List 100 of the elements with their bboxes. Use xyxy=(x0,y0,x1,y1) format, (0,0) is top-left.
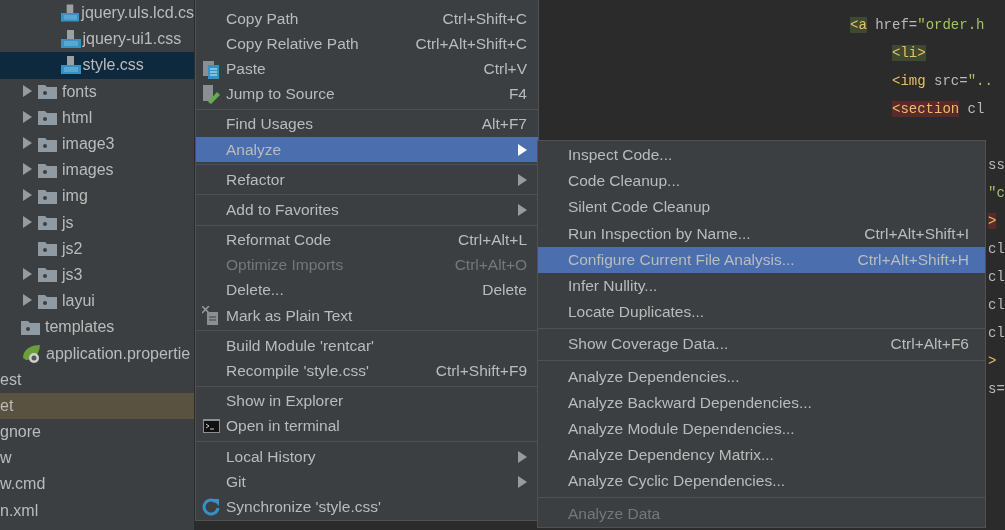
tree-item-label: fonts xyxy=(62,82,97,101)
tree-item[interactable]: w xyxy=(0,445,194,472)
menu-item[interactable]: Delete... Delete xyxy=(196,277,538,304)
tree-item[interactable]: image3 xyxy=(0,130,194,158)
pencil-icon xyxy=(202,84,220,105)
submenu-arrow-icon[interactable] xyxy=(518,173,527,186)
folder-icon xyxy=(38,162,57,178)
folder-icon xyxy=(38,241,57,257)
menu-item[interactable]: Show in Explorer xyxy=(196,388,538,414)
tree-item-label: application.propertie xyxy=(46,344,191,363)
folder-icon xyxy=(38,215,57,231)
tree-item[interactable]: html xyxy=(0,104,194,131)
menu-item[interactable]: Paste Ctrl+V xyxy=(196,56,538,82)
code-line: <a href="order.h xyxy=(850,17,985,33)
tree-item-label: img xyxy=(62,187,88,206)
tree-item[interactable]: js2 xyxy=(0,235,194,262)
tree-item[interactable]: images xyxy=(0,157,194,184)
tree-item[interactable]: w.cmd xyxy=(0,471,194,498)
menu-item[interactable]: Jump to Source F4 xyxy=(196,81,538,107)
menu-item[interactable]: Copy Relative Path Ctrl+Alt+Shift+C xyxy=(196,31,538,57)
menu-item[interactable]: Locate Duplicates... xyxy=(538,299,985,326)
menu-item[interactable]: Copy Path Ctrl+Shift+C xyxy=(196,6,538,32)
submenu-arrow-icon[interactable] xyxy=(518,450,527,463)
collapsed-arrow-icon[interactable] xyxy=(23,163,32,176)
tree-item-label: html xyxy=(62,108,93,127)
menu-item[interactable]: Find Usages Alt+F7 xyxy=(196,111,538,137)
collapsed-arrow-icon[interactable] xyxy=(23,110,32,123)
submenu-arrow-icon[interactable] xyxy=(518,143,527,156)
tree-item-label: gnore xyxy=(0,423,41,442)
code-line: > xyxy=(988,353,997,369)
tree-item[interactable]: img xyxy=(0,183,194,210)
text-file-icon xyxy=(202,305,220,326)
tree-item[interactable]: jquery.uls.lcd.cs xyxy=(0,0,194,27)
folder-icon xyxy=(38,84,57,100)
css-file-icon xyxy=(60,29,81,50)
code-line: ss xyxy=(988,157,1005,173)
menu-item[interactable]: Reformat Code Ctrl+Alt+L xyxy=(196,227,538,253)
menu-item[interactable]: Build Module 'rentcar' xyxy=(196,333,538,359)
menu-item[interactable]: Refactor xyxy=(196,167,538,193)
submenu-arrow-icon[interactable] xyxy=(518,475,527,488)
menu-item[interactable]: Recompile 'style.css' Ctrl+Shift+F9 xyxy=(196,358,538,384)
tree-item-label: layui xyxy=(62,292,95,311)
tree-item-label: images xyxy=(62,161,114,180)
menu-item[interactable]: Synchronize 'style.css' xyxy=(196,494,538,520)
menu-item[interactable]: Analyze Module Dependencies... xyxy=(538,415,985,443)
tree-item[interactable]: fonts xyxy=(0,78,194,105)
tree-item[interactable]: application.propertie xyxy=(0,340,194,367)
menu-item[interactable]: Inspect Code... xyxy=(538,142,985,169)
menu-item[interactable]: Run Inspection by Name... Ctrl+Alt+Shift+I xyxy=(538,220,985,247)
tree-item[interactable]: gnore xyxy=(0,419,194,446)
tree-item-label: js2 xyxy=(62,239,83,258)
sync-icon xyxy=(202,497,220,516)
code-line: cl xyxy=(988,269,1005,285)
css-file-icon xyxy=(60,3,80,24)
tree-item-label: w xyxy=(0,449,12,468)
collapsed-arrow-icon[interactable] xyxy=(23,137,32,150)
menu-item[interactable]: Analyze Backward Dependencies... xyxy=(538,389,985,416)
tree-item[interactable]: est xyxy=(0,366,194,393)
menu-item[interactable]: Analyze Cyclic Dependencies... xyxy=(538,468,985,495)
menu-item[interactable]: Analyze Dependency Matrix... xyxy=(538,442,985,469)
css-file-icon xyxy=(60,55,81,76)
tree-item-label: n.xml xyxy=(0,501,39,520)
collapsed-arrow-icon[interactable] xyxy=(23,267,32,280)
tree-item-label: image3 xyxy=(62,135,115,154)
collapsed-arrow-icon[interactable] xyxy=(23,215,32,228)
code-line: <img src=".. xyxy=(892,73,993,89)
collapsed-arrow-icon[interactable] xyxy=(23,189,32,202)
tree-item-label: jquery.uls.lcd.cs xyxy=(81,4,194,23)
tree-item[interactable]: n.xml xyxy=(0,497,194,524)
menu-item[interactable]: Infer Nullity... xyxy=(538,272,985,300)
menu-item[interactable]: Open in terminal xyxy=(196,413,538,439)
tree-item[interactable]: et xyxy=(0,392,194,419)
folder-icon xyxy=(38,267,57,283)
tree-item[interactable]: jquery-ui1.css xyxy=(0,26,194,53)
tree-item-label: style.css xyxy=(82,56,144,75)
menu-item[interactable]: Show Coverage Data... Ctrl+Alt+F6 xyxy=(538,331,985,358)
folder-icon xyxy=(38,110,57,126)
tree-item-label: est xyxy=(0,370,22,389)
menu-item[interactable]: Git xyxy=(196,469,538,495)
tree-item-label: js xyxy=(62,213,74,232)
tree-item-label: templates xyxy=(45,318,115,337)
menu-item[interactable]: Local History xyxy=(196,444,538,470)
collapsed-arrow-icon[interactable] xyxy=(23,84,32,97)
collapsed-arrow-icon[interactable] xyxy=(23,294,32,307)
submenu-arrow-icon[interactable] xyxy=(518,203,527,216)
tree-item[interactable]: layui xyxy=(0,288,194,315)
menu-item[interactable]: Silent Code Cleanup xyxy=(538,194,985,221)
tree-item-label: et xyxy=(0,396,14,415)
tree-item[interactable]: templates xyxy=(0,314,194,341)
menu-item[interactable]: Code Cleanup... xyxy=(538,168,985,195)
tree-item[interactable]: js xyxy=(0,209,194,236)
menu-item[interactable]: Mark as Plain Text xyxy=(196,303,538,329)
tree-item[interactable]: js3 xyxy=(0,261,194,289)
menu-item[interactable]: Add to Favorites xyxy=(196,197,538,223)
tree-item-label: jquery-ui1.css xyxy=(82,30,182,49)
menu-item[interactable]: Analyze Dependencies... xyxy=(538,363,985,390)
tree-item[interactable]: style.css xyxy=(0,52,194,79)
terminal-icon xyxy=(202,419,220,434)
code-line: s= xyxy=(988,381,1005,397)
folder-icon xyxy=(38,188,57,204)
